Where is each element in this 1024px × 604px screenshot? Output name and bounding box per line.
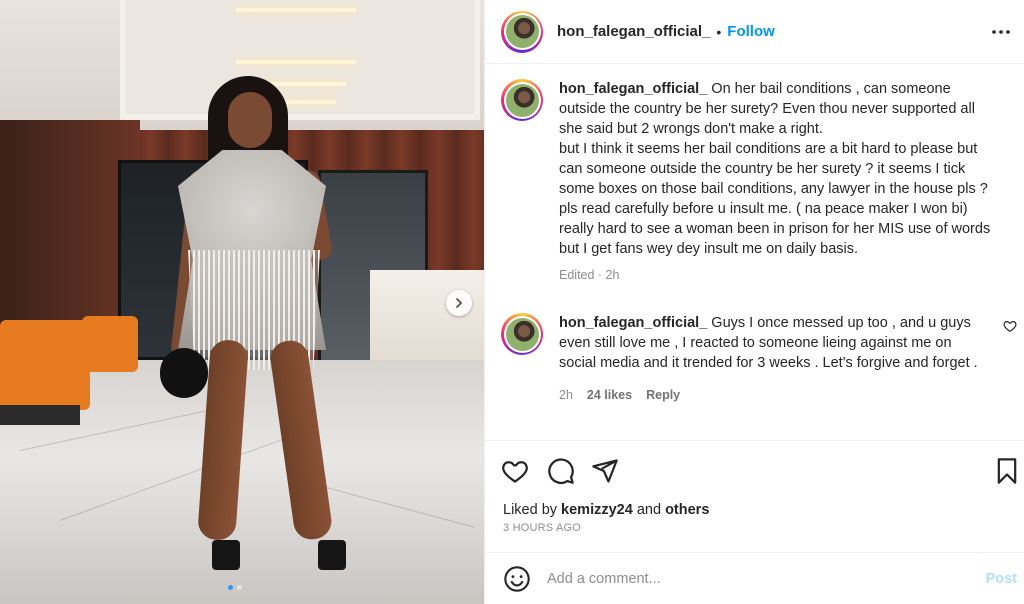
likes-others[interactable]: others (665, 502, 709, 518)
avatar-icon[interactable] (501, 10, 543, 53)
comment-time: 2h (559, 388, 573, 402)
likes-summary: Liked by kemizzy24 and others (503, 502, 709, 518)
comment-edited-time: Edited · 2h (559, 268, 620, 282)
comment-text-block: hon_falegan_official_ Guys I once messed… (559, 313, 989, 373)
comment-bubble-icon[interactable] (547, 457, 575, 485)
avatar-image (505, 317, 539, 351)
follow-button[interactable]: Follow (727, 23, 775, 40)
add-comment-bar: Add a comment... Post (485, 552, 1024, 604)
reply-button[interactable]: Reply (646, 385, 680, 405)
photo-person-face (228, 92, 272, 148)
comments-list[interactable]: hon_falegan_official_ On her bail condit… (485, 65, 1024, 439)
carousel-dot-active (228, 585, 233, 590)
comment-content: hon_falegan_official_ Guys I once messed… (559, 313, 989, 405)
comment-item: hon_falegan_official_ On her bail condit… (501, 79, 1021, 285)
comment-meta: 2h 24 likes Reply (559, 385, 989, 405)
post-comment-button[interactable]: Post (986, 571, 1017, 587)
avatar-icon[interactable] (501, 313, 543, 355)
carousel-dot (237, 585, 242, 590)
comment-content: hon_falegan_official_ On her bail condit… (559, 79, 999, 285)
photo-chair-base (0, 405, 80, 425)
carousel-indicator (228, 585, 242, 590)
post-header: hon_falegan_official_ • Follow (485, 0, 1024, 64)
photo-light (236, 8, 356, 12)
post-timestamp[interactable]: 3 HOURS AGO (503, 522, 581, 534)
comment-text-block: hon_falegan_official_ On her bail condit… (559, 79, 999, 259)
small-heart-icon[interactable] (1003, 319, 1017, 333)
avatar-icon[interactable] (501, 79, 543, 121)
photo-chair (0, 320, 90, 410)
emoji-smile-icon[interactable] (503, 565, 531, 593)
photo-person-shoe (212, 540, 240, 570)
photo-light (236, 60, 356, 64)
comment-username[interactable]: hon_falegan_official_ (559, 315, 707, 331)
photo-chair (82, 316, 138, 372)
likes-and: and (636, 502, 662, 518)
paper-plane-icon[interactable] (591, 457, 619, 485)
post-side-panel: hon_falegan_official_ • Follow hon_faleg… (484, 0, 1024, 604)
post-username[interactable]: hon_falegan_official_ (557, 23, 710, 40)
more-horizontal-icon[interactable] (989, 20, 1013, 44)
comment-meta: Edited · 2h (559, 265, 999, 285)
photo-person-shoe (318, 540, 346, 570)
likes-prefix: Liked by (503, 502, 558, 518)
bookmark-icon[interactable] (993, 457, 1021, 485)
separator-bullet: • (716, 23, 722, 40)
post-actions-bar (485, 440, 1024, 500)
carousel-next-button[interactable] (446, 290, 472, 316)
comment-text: On her bail conditions , can someone out… (559, 81, 991, 257)
comment-username[interactable]: hon_falegan_official_ (559, 81, 707, 97)
comment-item: hon_falegan_official_ Guys I once messed… (501, 313, 1021, 405)
photo-handbag (160, 348, 208, 398)
comment-input[interactable]: Add a comment... (547, 571, 986, 587)
chevron-right-icon (456, 298, 463, 308)
heart-icon[interactable] (501, 457, 529, 485)
avatar-image (505, 83, 539, 117)
post-photo[interactable] (0, 0, 484, 604)
comment-likes[interactable]: 24 likes (587, 385, 632, 405)
avatar-image (505, 15, 539, 48)
liked-by-user[interactable]: kemizzy24 (561, 502, 633, 518)
